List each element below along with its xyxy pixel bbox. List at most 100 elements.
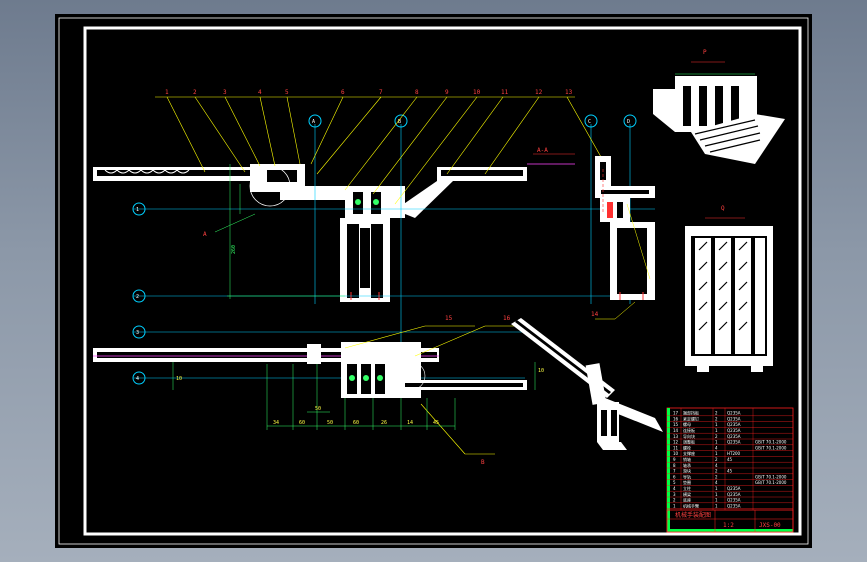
- bom-cell-qty: 2: [715, 469, 718, 474]
- svg-text:3: 3: [136, 330, 139, 336]
- bom-cell-std: GB/T 70.1-2000: [755, 445, 787, 450]
- balloon-15: 15: [445, 315, 453, 322]
- bom-cell-qty: 2: [715, 416, 718, 421]
- bom-cell-mat: 45: [727, 457, 733, 462]
- balloon-10: 10: [473, 89, 481, 96]
- bom-cell-name: 立柱: [683, 485, 691, 491]
- bom-cell-qty: 1: [715, 486, 718, 491]
- dim-10: 10: [176, 376, 182, 382]
- bom-cell-no: 14: [673, 428, 679, 433]
- bom-cell-no: 10: [673, 451, 679, 456]
- isometric-arm: [511, 318, 663, 450]
- balloon-13: 13: [565, 89, 573, 96]
- bom-row: 2 底座 1 Q235A: [667, 497, 793, 503]
- bom-row: 16 紧定螺钉 2 Q235A: [667, 415, 793, 422]
- bom-cell-mat: Q235A: [727, 411, 741, 416]
- bom-cell-mat: Q235A: [727, 416, 741, 421]
- bom-cell-mat: Q235A: [727, 503, 741, 508]
- bom-cell-mat: Q235A: [727, 492, 741, 497]
- bom-cell-no: 1: [673, 503, 676, 508]
- drawing-sheet: A B C D 1 2 3 4 1 2 3 4 5 6 7 8 9 10 11 …: [55, 14, 812, 548]
- dim-5: 26: [381, 420, 387, 426]
- bom-cell-no: 9: [673, 457, 676, 462]
- view-label-Q: Q: [721, 205, 725, 212]
- svg-text:2: 2: [136, 294, 139, 300]
- bom-cell-qty: 1: [715, 422, 718, 427]
- title-drawing-no: JXS-00: [759, 522, 781, 529]
- main-view: [93, 164, 527, 302]
- bom-cell-mat: Q235A: [727, 486, 741, 491]
- balloon-12: 12: [535, 89, 543, 96]
- view-label-P: P: [703, 49, 707, 56]
- svg-text:A: A: [312, 119, 315, 125]
- dim-8: 50: [315, 406, 321, 412]
- bom-cell-qty: 2: [715, 434, 718, 439]
- bom-cell-qty: 4: [715, 463, 718, 468]
- bom-cell-name: 连接板: [683, 427, 695, 433]
- dim-2: 60: [299, 420, 305, 426]
- svg-text:C: C: [588, 119, 591, 125]
- bom-cell-mat: HT200: [727, 451, 741, 456]
- balloon-6: 6: [341, 89, 345, 96]
- bill-of-materials: 17 端部挡板 2 Q235A16 紧定螺钉 2 Q235A15 螺母 1 Q235A14 连接板 1…: [666, 407, 794, 533]
- side-view: 14: [591, 156, 655, 320]
- dim-height: 260: [231, 245, 237, 254]
- balloon-2: 2: [193, 89, 197, 96]
- balloon-detail-lower: B: [481, 459, 485, 466]
- bom-row: 8 轴承 4: [667, 462, 793, 469]
- svg-text:D: D: [627, 119, 630, 125]
- bom-row: 11 螺栓 4 GB/T 70.1-2000: [667, 444, 793, 451]
- section-callout: A-A: [537, 147, 548, 154]
- bom-row: 10 支撑座 1 HT200: [667, 450, 793, 457]
- bom-cell-name: 支撑座: [683, 450, 695, 456]
- bom-cell-qty: 1: [715, 428, 718, 433]
- dim-3: 50: [327, 420, 333, 426]
- bom-cell-no: 15: [673, 422, 679, 427]
- bom-row: 5 垫圈 4 GB/T 70.1-2000: [667, 479, 793, 486]
- bom-row: 15 螺母 1 Q235A: [667, 421, 793, 428]
- bom-cell-qty: 1: [715, 440, 718, 445]
- bom-cell-no: 13: [673, 434, 679, 439]
- bom-cell-mat: Q235A: [727, 440, 741, 445]
- bom-cell-no: 17: [673, 411, 679, 416]
- bom-row: 14 连接板 1 Q235A: [667, 427, 793, 434]
- balloon-9: 9: [445, 89, 449, 96]
- balloon-8: 8: [415, 89, 419, 96]
- title-name: 机械手装配图: [675, 511, 711, 519]
- bom-cell-name: 滑块: [683, 468, 691, 474]
- bom-cell-no: 12: [673, 440, 679, 445]
- bom-cell-name: 导轨: [683, 473, 691, 479]
- cad-drawing: A B C D 1 2 3 4 1 2 3 4 5 6 7 8 9 10 11 …: [58, 17, 809, 545]
- bom-row: 3 横梁 1 Q235A: [667, 491, 793, 498]
- dim-4: 60: [353, 420, 359, 426]
- bom-cell-qty: 2: [715, 474, 718, 479]
- bom-cell-qty: 4: [715, 445, 718, 450]
- balloon-3: 3: [223, 89, 227, 96]
- bom-row: 17 端部挡板 2 Q235A: [667, 410, 793, 416]
- detail-view-Q: Q: [685, 205, 773, 372]
- bom-cell-name: 机械手臂: [683, 502, 699, 508]
- bom-cell-qty: 1: [715, 503, 718, 508]
- bom-cell-qty: 1: [715, 492, 718, 497]
- detail-view-P: P: [653, 49, 785, 164]
- balloon-5: 5: [285, 89, 289, 96]
- bom-cell-qty: 2: [715, 457, 718, 462]
- balloon-11: 11: [501, 89, 509, 96]
- balloon-7: 7: [379, 89, 383, 96]
- bom-cell-name: 横梁: [683, 491, 691, 497]
- bom-cell-mat: 45: [727, 469, 733, 474]
- dim-9: 10: [538, 368, 544, 374]
- bom-cell-name: 销轴: [683, 456, 691, 462]
- balloon-4: 4: [258, 89, 262, 96]
- bom-cell-name: 螺母: [683, 421, 691, 427]
- bom-cell-name: 螺栓: [683, 444, 691, 450]
- dim-1: 34: [273, 420, 279, 426]
- svg-text:1: 1: [136, 207, 139, 213]
- bom-cell-qty: 1: [715, 451, 718, 456]
- lower-view: [93, 342, 527, 398]
- balloon-1: 1: [165, 89, 169, 96]
- dim-6: 14: [407, 420, 413, 426]
- bom-cell-qty: 2: [715, 411, 718, 416]
- dim-7: 45: [433, 420, 439, 426]
- bom-row: 1 机械手臂 1 Q235A: [667, 502, 793, 509]
